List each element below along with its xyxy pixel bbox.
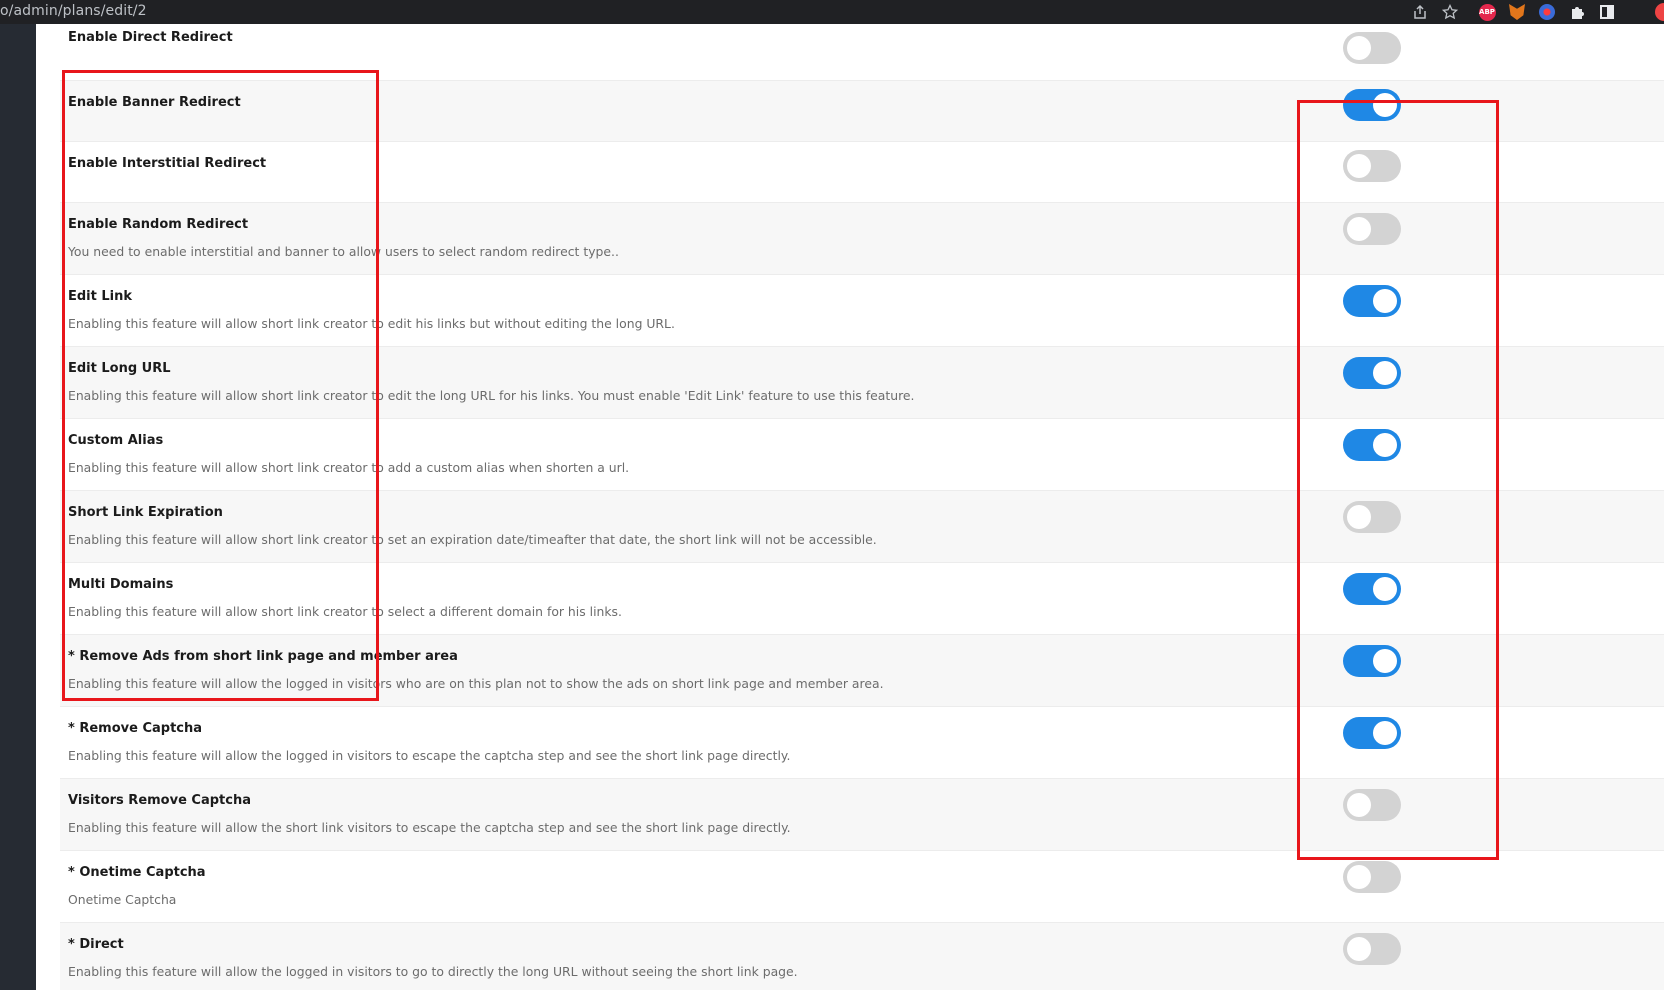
feature-description: Enabling this feature will allow short l… <box>68 604 622 619</box>
feature-toggle[interactable] <box>1343 285 1401 317</box>
feature-description: Onetime Captcha <box>68 892 177 907</box>
feature-toggle[interactable] <box>1343 933 1401 965</box>
side-panel-icon[interactable] <box>1597 2 1617 22</box>
admin-sidebar <box>0 24 36 990</box>
plan-features-list: Enable Direct Redirect Enable Banner Redi… <box>36 24 1664 990</box>
feature-description: Enabling this feature will allow the log… <box>68 748 791 763</box>
feature-row: * Direct Enabling this feature will allow… <box>60 923 1664 990</box>
feature-toggle[interactable] <box>1343 89 1401 121</box>
feature-title: Multi Domains <box>68 577 174 592</box>
feature-title: * Remove Ads from short link page and me… <box>68 649 458 664</box>
toggle-knob <box>1373 93 1397 117</box>
feature-toggle[interactable] <box>1343 357 1401 389</box>
feature-row: Custom Alias Enabling this feature will a… <box>60 419 1664 491</box>
star-icon[interactable] <box>1440 2 1460 22</box>
feature-title: Edit Long URL <box>68 361 171 376</box>
toggle-knob <box>1373 721 1397 745</box>
feature-row: Edit Link Enabling this feature will allo… <box>60 275 1664 347</box>
feature-toggle[interactable] <box>1343 213 1401 245</box>
feature-row: Enable Random Redirect You need to enable… <box>60 203 1664 275</box>
toggle-knob <box>1347 36 1371 60</box>
feature-description: You need to enable interstitial and bann… <box>68 244 619 259</box>
feature-row: * Onetime Captcha Onetime Captcha <box>60 851 1664 923</box>
metamask-fox-icon[interactable] <box>1507 2 1527 22</box>
feature-title: Edit Link <box>68 289 133 304</box>
toggle-knob <box>1347 154 1371 178</box>
feature-row: Short Link Expiration Enabling this featu… <box>60 491 1664 563</box>
feature-description: Enabling this feature will allow short l… <box>68 316 675 331</box>
feature-description: Enabling this feature will allow the log… <box>68 964 798 979</box>
feature-title: * Direct <box>68 937 124 952</box>
feature-row: * Remove Captcha Enabling this feature wi… <box>60 707 1664 779</box>
feature-description: Enabling this feature will allow short l… <box>68 460 630 475</box>
feature-title: Enable Direct Redirect <box>68 30 233 45</box>
feature-toggle[interactable] <box>1343 501 1401 533</box>
feature-title: Visitors Remove Captcha <box>68 793 251 808</box>
toggle-knob <box>1347 217 1371 241</box>
feature-toggle[interactable] <box>1343 861 1401 893</box>
feature-title: Enable Random Redirect <box>68 217 249 232</box>
toggle-knob <box>1373 433 1397 457</box>
browser-toolbar: o/admin/plans/edit/2 ABP <box>0 0 1664 24</box>
feature-row: Enable Banner Redirect <box>60 81 1664 142</box>
feature-description: Enabling this feature will allow the log… <box>68 676 884 691</box>
feature-title: * Remove Captcha <box>68 721 203 736</box>
abp-label: ABP <box>1478 3 1496 21</box>
feature-title: Short Link Expiration <box>68 505 223 520</box>
feature-description: Enabling this feature will allow short l… <box>68 532 877 547</box>
feature-toggle[interactable] <box>1343 645 1401 677</box>
feature-row: Visitors Remove Captcha Enabling this fea… <box>60 779 1664 851</box>
address-bar-url[interactable]: o/admin/plans/edit/2 <box>0 3 147 19</box>
feature-toggle[interactable] <box>1343 32 1401 64</box>
feature-description: Enabling this feature will allow the sho… <box>68 820 791 835</box>
toggle-knob <box>1373 361 1397 385</box>
share-icon[interactable] <box>1410 2 1430 22</box>
feature-title: Enable Banner Redirect <box>68 95 241 110</box>
feature-row: * Remove Ads from short link page and me… <box>60 635 1664 707</box>
feature-title: Custom Alias <box>68 433 164 448</box>
feature-title: Enable Interstitial Redirect <box>68 156 267 171</box>
feature-row: Edit Long URL Enabling this feature will … <box>60 347 1664 419</box>
toggle-knob <box>1347 937 1371 961</box>
globe-extension-icon[interactable] <box>1537 2 1557 22</box>
toggle-knob <box>1373 649 1397 673</box>
feature-toggle[interactable] <box>1343 573 1401 605</box>
feature-row: Enable Interstitial Redirect <box>60 142 1664 203</box>
feature-toggle[interactable] <box>1343 150 1401 182</box>
feature-row: Enable Direct Redirect <box>60 24 1664 81</box>
feature-toggle[interactable] <box>1343 789 1401 821</box>
feature-title: * Onetime Captcha <box>68 865 206 880</box>
adblock-plus-icon[interactable]: ABP <box>1477 2 1497 22</box>
toggle-knob <box>1373 289 1397 313</box>
toggle-knob <box>1347 793 1371 817</box>
feature-toggle[interactable] <box>1343 717 1401 749</box>
puzzle-extensions-icon[interactable] <box>1567 2 1587 22</box>
profile-avatar[interactable] <box>1655 3 1664 21</box>
toggle-knob <box>1373 577 1397 601</box>
toggle-knob <box>1347 505 1371 529</box>
feature-toggle[interactable] <box>1343 429 1401 461</box>
feature-row: Multi Domains Enabling this feature will … <box>60 563 1664 635</box>
toggle-knob <box>1347 865 1371 889</box>
feature-description: Enabling this feature will allow short l… <box>68 388 915 403</box>
